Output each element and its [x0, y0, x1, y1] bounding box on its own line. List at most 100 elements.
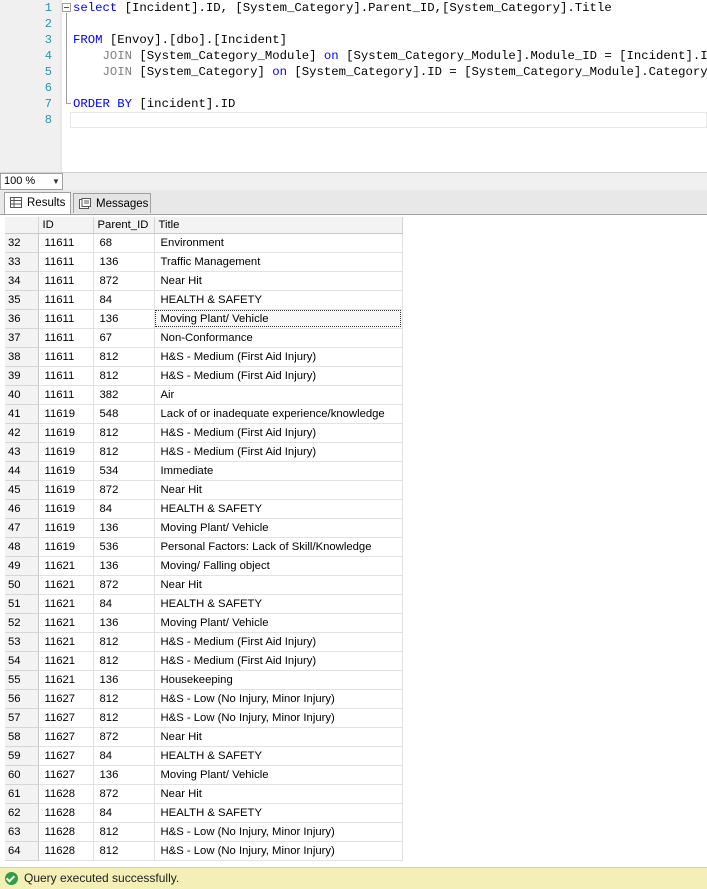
table-row[interactable]: 56 11627 812 H&S - Low (No Injury, Minor In… — [5, 689, 403, 709]
table-row[interactable]: 61 11628 872 Near Hit — [5, 784, 403, 804]
row-number[interactable]: 41 — [5, 404, 39, 424]
cell-parent-id[interactable]: 84 — [93, 746, 155, 766]
code-line[interactable]: 4 JOIN [System_Category_Module] on [Syst… — [0, 48, 707, 64]
cell-id[interactable]: 11627 — [38, 746, 94, 766]
cell-title[interactable]: Moving Plant/ Vehicle — [154, 518, 403, 538]
table-row[interactable]: 33 11611 136 Traffic Management — [5, 252, 403, 272]
cell-parent-id[interactable]: 136 — [93, 613, 155, 633]
cell-title[interactable]: H&S - Low (No Injury, Minor Injury) — [154, 841, 403, 861]
cell-title[interactable]: Lack of or inadequate experience/knowled… — [154, 404, 403, 424]
cell-id[interactable]: 11619 — [38, 442, 94, 462]
cell-parent-id[interactable]: 136 — [93, 518, 155, 538]
cell-id[interactable]: 11621 — [38, 670, 94, 690]
row-number[interactable]: 44 — [5, 461, 39, 481]
code-line[interactable]: 8 — [0, 112, 707, 128]
row-number[interactable]: 46 — [5, 499, 39, 519]
table-row[interactable]: 58 11627 872 Near Hit — [5, 727, 403, 747]
tab-results[interactable]: Results — [4, 192, 71, 214]
row-number[interactable]: 55 — [5, 670, 39, 690]
cell-parent-id[interactable]: 812 — [93, 708, 155, 728]
row-number[interactable]: 56 — [5, 689, 39, 709]
cell-title[interactable]: Non-Conformance — [154, 328, 403, 348]
cell-parent-id[interactable]: 872 — [93, 575, 155, 595]
cell-id[interactable]: 11619 — [38, 404, 94, 424]
row-number[interactable]: 47 — [5, 518, 39, 538]
cell-title[interactable]: HEALTH & SAFETY — [154, 746, 403, 766]
cell-parent-id[interactable]: 812 — [93, 347, 155, 367]
cell-id[interactable]: 11628 — [38, 822, 94, 842]
column-header-parent-id[interactable]: Parent_ID — [93, 217, 155, 234]
row-number[interactable]: 36 — [5, 309, 39, 329]
table-row[interactable]: 53 11621 812 H&S - Medium (First Aid Injury… — [5, 632, 403, 652]
cell-parent-id[interactable]: 536 — [93, 537, 155, 557]
table-row[interactable]: 52 11621 136 Moving Plant/ Vehicle — [5, 613, 403, 633]
row-number[interactable]: 34 — [5, 271, 39, 291]
row-number[interactable]: 42 — [5, 423, 39, 443]
table-row[interactable]: 63 11628 812 H&S - Low (No Injury, Minor In… — [5, 822, 403, 842]
column-header-id[interactable]: ID — [38, 217, 94, 234]
table-row[interactable]: 55 11621 136 Housekeeping — [5, 670, 403, 690]
row-number[interactable]: 57 — [5, 708, 39, 728]
cell-id[interactable]: 11611 — [38, 290, 94, 310]
table-row[interactable]: 32 11611 68 Environment — [5, 233, 403, 253]
cell-title[interactable]: HEALTH & SAFETY — [154, 594, 403, 614]
cell-id[interactable]: 11619 — [38, 537, 94, 557]
row-number[interactable]: 61 — [5, 784, 39, 804]
tab-messages[interactable]: Messages — [73, 193, 151, 213]
cell-id[interactable]: 11619 — [38, 480, 94, 500]
cell-id[interactable]: 11627 — [38, 727, 94, 747]
table-row[interactable]: 57 11627 812 H&S - Low (No Injury, Minor In… — [5, 708, 403, 728]
cell-parent-id[interactable]: 812 — [93, 841, 155, 861]
cell-id[interactable]: 11621 — [38, 632, 94, 652]
cell-parent-id[interactable]: 534 — [93, 461, 155, 481]
cell-id[interactable]: 11611 — [38, 252, 94, 272]
cell-parent-id[interactable]: 812 — [93, 632, 155, 652]
table-row[interactable]: 64 11628 812 H&S - Low (No Injury, Minor In… — [5, 841, 403, 861]
cell-title[interactable]: Personal Factors: Lack of Skill/Knowledg… — [154, 537, 403, 557]
cell-title[interactable]: H&S - Medium (First Aid Injury) — [154, 347, 403, 367]
cell-id[interactable]: 11611 — [38, 328, 94, 348]
cell-parent-id[interactable]: 136 — [93, 556, 155, 576]
grid-corner-header[interactable] — [5, 217, 39, 234]
cell-parent-id[interactable]: 812 — [93, 442, 155, 462]
code-line[interactable]: 5 JOIN [System_Category] on [System_Cate… — [0, 64, 707, 80]
cell-parent-id[interactable]: 84 — [93, 594, 155, 614]
table-row[interactable]: 62 11628 84 HEALTH & SAFETY — [5, 803, 403, 823]
code-line[interactable]: 1 select [Incident].ID, [System_Category]… — [0, 0, 707, 16]
row-number[interactable]: 62 — [5, 803, 39, 823]
cell-parent-id[interactable]: 548 — [93, 404, 155, 424]
table-row[interactable]: 44 11619 534 Immediate — [5, 461, 403, 481]
cell-parent-id[interactable]: 872 — [93, 727, 155, 747]
cell-title[interactable]: Environment — [154, 233, 403, 253]
cell-id[interactable]: 11627 — [38, 708, 94, 728]
table-row[interactable]: 48 11619 536 Personal Factors: Lack of Skil… — [5, 537, 403, 557]
cell-parent-id[interactable]: 84 — [93, 499, 155, 519]
cell-parent-id[interactable]: 812 — [93, 822, 155, 842]
cell-title[interactable]: Near Hit — [154, 784, 403, 804]
cell-title[interactable]: Immediate — [154, 461, 403, 481]
cell-title[interactable]: Moving Plant/ Vehicle — [154, 309, 403, 329]
cell-parent-id[interactable]: 812 — [93, 689, 155, 709]
cell-id[interactable]: 11611 — [38, 366, 94, 386]
cell-title[interactable]: Near Hit — [154, 480, 403, 500]
row-number[interactable]: 58 — [5, 727, 39, 747]
code-line[interactable]: 3 FROM [Envoy].[dbo].[Incident] — [0, 32, 707, 48]
cell-title[interactable]: H&S - Medium (First Aid Injury) — [154, 651, 403, 671]
table-row[interactable]: 40 11611 382 Air — [5, 385, 403, 405]
table-row[interactable]: 59 11627 84 HEALTH & SAFETY — [5, 746, 403, 766]
cell-parent-id[interactable]: 872 — [93, 784, 155, 804]
table-row[interactable]: 36 11611 136 Moving Plant/ Vehicle — [5, 309, 403, 329]
cell-title[interactable]: Traffic Management — [154, 252, 403, 272]
cell-id[interactable]: 11621 — [38, 594, 94, 614]
table-row[interactable]: 38 11611 812 H&S - Medium (First Aid Injury… — [5, 347, 403, 367]
cell-id[interactable]: 11621 — [38, 613, 94, 633]
row-number[interactable]: 64 — [5, 841, 39, 861]
table-row[interactable]: 51 11621 84 HEALTH & SAFETY — [5, 594, 403, 614]
table-row[interactable]: 41 11619 548 Lack of or inadequate experien… — [5, 404, 403, 424]
cell-title[interactable]: H&S - Low (No Injury, Minor Injury) — [154, 822, 403, 842]
results-grid[interactable]: ID Parent_ID Title 32 11611 68 Environment 3… — [0, 215, 707, 867]
cell-parent-id[interactable]: 136 — [93, 252, 155, 272]
code-line[interactable]: 7 ORDER BY [incident].ID — [0, 96, 707, 112]
table-row[interactable]: 42 11619 812 H&S - Medium (First Aid Injury… — [5, 423, 403, 443]
cell-id[interactable]: 11627 — [38, 765, 94, 785]
